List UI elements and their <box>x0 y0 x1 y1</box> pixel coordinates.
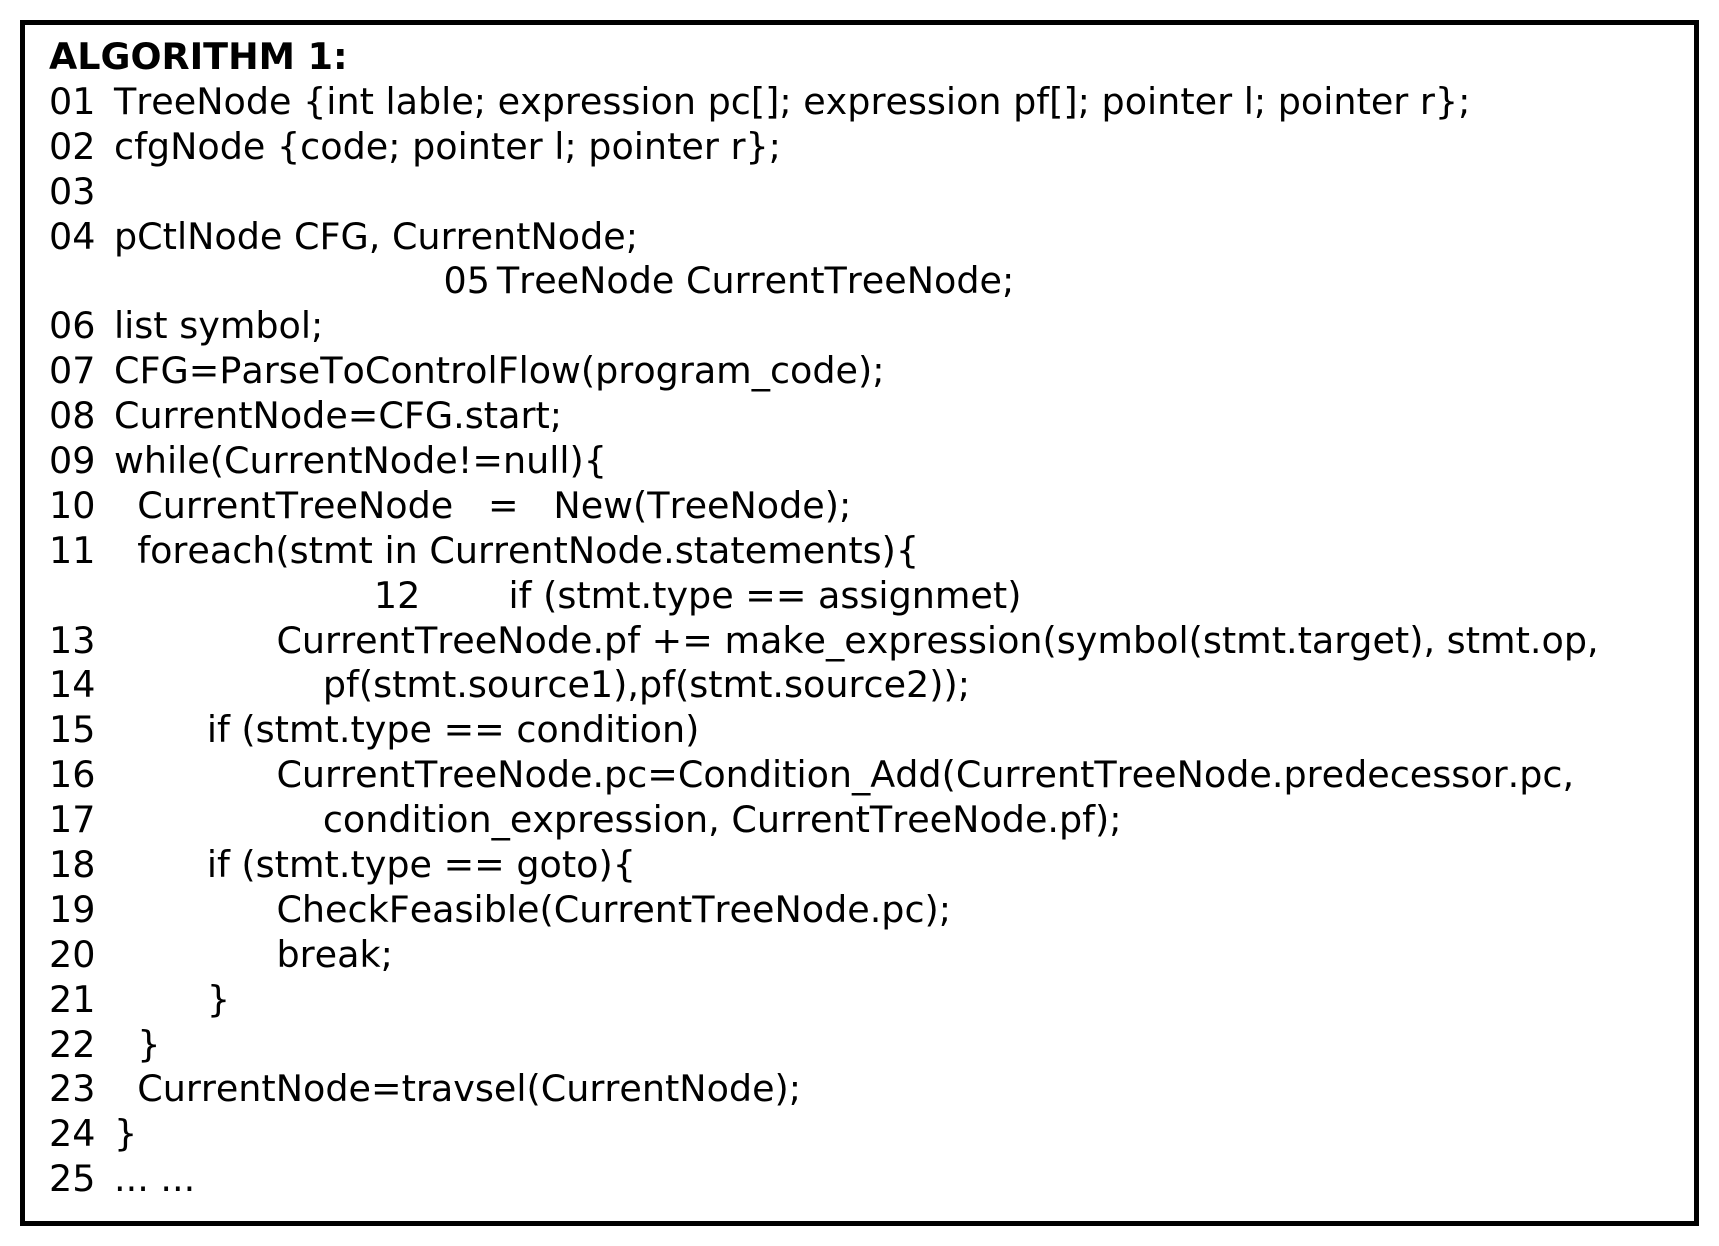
line-text: if (stmt.type == condition) <box>102 708 699 751</box>
line-text: } <box>102 1023 160 1066</box>
line-number: 19 <box>49 888 102 933</box>
algorithm-title: ALGORITHM 1: <box>49 35 1670 80</box>
line-number: 23 <box>49 1067 102 1112</box>
code-line: 02 cfgNode {code; pointer l; pointer r}; <box>49 125 1670 170</box>
line-number: 03 <box>49 170 102 215</box>
line-text: break; <box>102 933 392 976</box>
line-text: if (stmt.type == goto){ <box>102 843 636 886</box>
line-text: CurrentNode=travsel(CurrentNode); <box>102 1067 801 1110</box>
line-text: } <box>102 1112 137 1155</box>
line-text: if (stmt.type == assignmet) <box>427 574 1021 617</box>
line-number: 07 <box>49 349 102 394</box>
line-number: 24 <box>49 1112 102 1157</box>
code-line: 24 } <box>49 1112 1670 1157</box>
line-number: 02 <box>49 125 102 170</box>
line-number: 01 <box>49 80 102 125</box>
code-line: 04 pCtlNode CFG, CurrentNode; <box>49 215 1670 260</box>
line-number: 18 <box>49 843 102 888</box>
line-text: foreach(stmt in CurrentNode.statements){ <box>102 529 919 572</box>
page: ALGORITHM 1: 01 TreeNode {int lable; exp… <box>0 0 1719 1246</box>
line-text: condition_expression, CurrentTreeNode.pf… <box>102 798 1121 841</box>
line-text: ... ... <box>102 1157 195 1200</box>
code-line: 15 if (stmt.type == condition) <box>49 708 1670 753</box>
code-line: 19 CheckFeasible(CurrentTreeNode.pc); <box>49 888 1670 933</box>
line-text: pCtlNode CFG, CurrentNode; <box>102 215 638 258</box>
line-number: 14 <box>49 663 102 708</box>
line-number: 13 <box>49 619 102 664</box>
line-text: cfgNode {code; pointer l; pointer r}; <box>102 125 781 168</box>
code-line: 21 } <box>49 978 1670 1023</box>
algorithm-box: ALGORITHM 1: 01 TreeNode {int lable; exp… <box>20 20 1699 1226</box>
line-number: 08 <box>49 394 102 439</box>
code-line: 09 while(CurrentNode!=null){ <box>49 439 1670 484</box>
line-text: TreeNode CurrentTreeNode; <box>497 259 1014 302</box>
line-text: CheckFeasible(CurrentTreeNode.pc); <box>102 888 951 931</box>
code-line: 05TreeNode CurrentTreeNode; <box>49 259 1670 304</box>
line-number: 10 <box>49 484 102 529</box>
line-text: while(CurrentNode!=null){ <box>102 439 607 482</box>
code-line: 06 list symbol; <box>49 304 1670 349</box>
line-number: 16 <box>49 753 102 798</box>
line-number: 22 <box>49 1023 102 1068</box>
line-number: 12 <box>374 574 427 619</box>
line-number: 04 <box>49 215 102 260</box>
line-number: 17 <box>49 798 102 843</box>
code-line: 20 break; <box>49 933 1670 978</box>
code-line: 18 if (stmt.type == goto){ <box>49 843 1670 888</box>
code-line: 08 CurrentNode=CFG.start; <box>49 394 1670 439</box>
line-text: TreeNode {int lable; expression pc[]; ex… <box>102 80 1470 123</box>
code-line: 14 pf(stmt.source1),pf(stmt.source2)); <box>49 663 1670 708</box>
code-line: 22 } <box>49 1023 1670 1068</box>
code-line: 03 <box>49 170 1670 215</box>
code-line: 25 ... ... <box>49 1157 1670 1202</box>
line-number: 11 <box>49 529 102 574</box>
line-text: CurrentTreeNode = New(TreeNode); <box>102 484 851 527</box>
code-line: 01 TreeNode {int lable; expression pc[];… <box>49 80 1670 125</box>
line-number: 21 <box>49 978 102 1023</box>
code-line: 16 CurrentTreeNode.pc=Condition_Add(Curr… <box>49 753 1670 798</box>
line-text <box>102 170 114 213</box>
code-line: 23 CurrentNode=travsel(CurrentNode); <box>49 1067 1670 1112</box>
line-text: pf(stmt.source1),pf(stmt.source2)); <box>102 663 970 706</box>
line-text: CurrentNode=CFG.start; <box>102 394 562 437</box>
code-line: 12 if (stmt.type == assignmet) <box>49 574 1670 619</box>
code-line: 13 CurrentTreeNode.pf += make_expression… <box>49 619 1670 664</box>
line-number: 09 <box>49 439 102 484</box>
code-line: 07 CFG=ParseToControlFlow(program_code); <box>49 349 1670 394</box>
algorithm-code-block: 01 TreeNode {int lable; expression pc[];… <box>49 80 1670 1202</box>
line-number: 06 <box>49 304 102 349</box>
code-line: 17 condition_expression, CurrentTreeNode… <box>49 798 1670 843</box>
code-line: 10 CurrentTreeNode = New(TreeNode); <box>49 484 1670 529</box>
line-number: 15 <box>49 708 102 753</box>
line-number: 20 <box>49 933 102 978</box>
line-number: 25 <box>49 1157 102 1202</box>
line-text: } <box>102 978 230 1021</box>
code-line: 11 foreach(stmt in CurrentNode.statement… <box>49 529 1670 574</box>
line-text: CurrentTreeNode.pf += make_expression(sy… <box>102 619 1598 662</box>
line-text: list symbol; <box>102 304 323 347</box>
line-text: CurrentTreeNode.pc=Condition_Add(Current… <box>102 753 1574 796</box>
line-number: 05 <box>443 259 496 304</box>
line-text: CFG=ParseToControlFlow(program_code); <box>102 349 884 392</box>
